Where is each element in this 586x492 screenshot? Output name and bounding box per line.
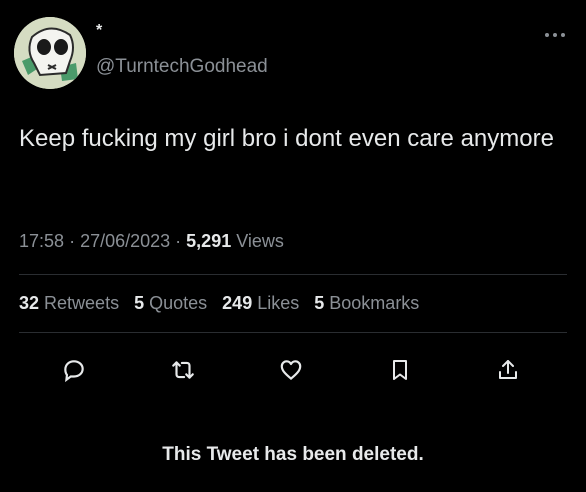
heart-icon [280, 360, 302, 380]
retweet-icon [172, 361, 194, 379]
deleted-tweet-banner: This Tweet has been deleted. [162, 444, 424, 465]
likes-stat[interactable]: 249 Likes [222, 293, 299, 313]
likes-label: Likes [257, 293, 300, 313]
views-count: 5,291 [186, 231, 232, 251]
bookmark-button[interactable] [380, 350, 420, 390]
tweet-time[interactable]: 17:58 [19, 231, 64, 251]
meta-separator: · [69, 231, 81, 251]
bookmark-icon [393, 360, 407, 380]
divider [19, 274, 567, 275]
quotes-count: 5 [134, 293, 145, 313]
bookmarks-label: Bookmarks [329, 293, 420, 313]
retweets-count: 32 [19, 293, 40, 313]
like-button[interactable] [271, 350, 311, 390]
skull-avatar-icon [14, 17, 86, 89]
quotes-label: Quotes [149, 293, 208, 313]
retweets-stat[interactable]: 32 Retweets [19, 293, 119, 313]
meta-separator: · [175, 231, 187, 251]
display-name[interactable]: * [96, 22, 102, 40]
reply-button[interactable] [54, 350, 94, 390]
tweet-card: * @TurntechGodhead Keep fucking my girl … [0, 0, 586, 492]
bookmarks-stat[interactable]: 5 Bookmarks [314, 293, 419, 313]
views-label: Views [236, 231, 284, 251]
engagement-stats: 32 Retweets 5 Quotes 249 Likes 5 Bookmarks [19, 293, 429, 314]
quotes-stat[interactable]: 5 Quotes [134, 293, 207, 313]
retweet-button[interactable] [163, 350, 203, 390]
user-handle[interactable]: @TurntechGodhead [96, 56, 268, 78]
likes-count: 249 [222, 293, 253, 313]
action-bar [0, 350, 586, 390]
bookmarks-count: 5 [314, 293, 325, 313]
retweets-label: Retweets [44, 293, 120, 313]
divider [19, 332, 567, 333]
more-options-icon[interactable] [542, 28, 568, 40]
share-icon [499, 360, 517, 379]
avatar[interactable] [14, 17, 86, 89]
reply-icon [64, 360, 84, 383]
share-button[interactable] [488, 350, 528, 390]
tweet-text: Keep fucking my girl bro i dont even car… [19, 125, 554, 152]
tweet-meta: 17:58 · 27/06/2023 · 5,291 Views [19, 231, 284, 252]
tweet-date[interactable]: 27/06/2023 [80, 231, 170, 251]
